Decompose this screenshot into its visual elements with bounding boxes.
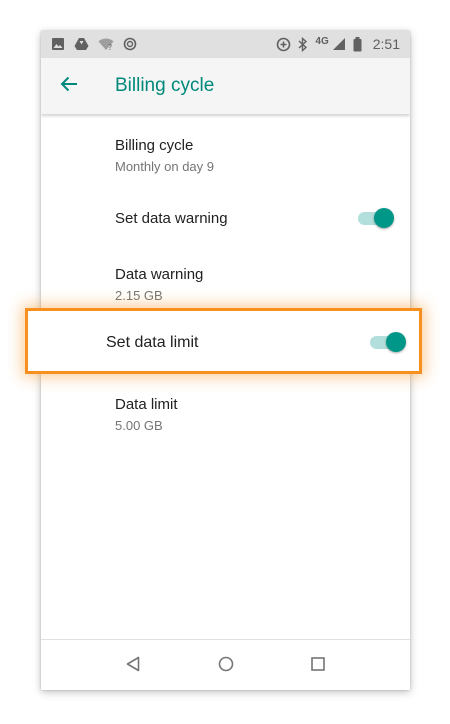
nav-home-button[interactable]	[216, 656, 236, 676]
battery-icon	[353, 36, 362, 52]
data-saver-icon	[276, 37, 291, 52]
data-limit-switch[interactable]	[370, 332, 406, 352]
settings-list: Billing cycle Monthly on day 9 Set data …	[41, 114, 410, 640]
arrow-back-icon	[60, 75, 78, 98]
billing-cycle-title: Billing cycle	[115, 137, 194, 154]
status-left-icons: ?	[51, 37, 137, 51]
drive-icon	[74, 37, 89, 51]
data-warning-value: 2.15 GB	[115, 288, 163, 303]
signal-icon	[332, 37, 346, 51]
set-data-limit-title: Set data limit	[106, 334, 199, 351]
set-data-limit-item-highlighted[interactable]: Set data limit	[25, 308, 422, 374]
data-warning-item[interactable]: Data warning 2.15 GB	[41, 254, 410, 314]
status-right-icons: 4G 2:51	[276, 36, 400, 52]
status-time: 2:51	[372, 36, 400, 52]
bluetooth-icon	[298, 36, 308, 52]
network-type: 4G	[315, 35, 329, 47]
app-bar: Billing cycle	[41, 58, 410, 114]
image-icon	[51, 37, 65, 51]
set-data-warning-title: Set data warning	[115, 210, 228, 227]
data-warning-title: Data warning	[115, 266, 204, 283]
data-limit-item[interactable]: Data limit 5.00 GB	[41, 384, 410, 444]
navigation-bar	[41, 639, 410, 690]
svg-text:?: ?	[108, 43, 112, 51]
recents-square-icon	[311, 656, 325, 676]
billing-cycle-value: Monthly on day 9	[115, 159, 215, 174]
back-button[interactable]	[55, 72, 83, 100]
home-circle-icon	[218, 656, 234, 677]
status-bar: ? 4G 2:51	[41, 31, 410, 58]
sync-icon	[123, 37, 137, 51]
data-warning-switch[interactable]	[358, 208, 394, 228]
page-title: Billing cycle	[115, 75, 215, 96]
nav-recents-button[interactable]	[308, 656, 328, 676]
back-triangle-icon	[126, 656, 140, 677]
data-limit-title: Data limit	[115, 396, 178, 413]
billing-cycle-item[interactable]: Billing cycle Monthly on day 9	[41, 124, 410, 184]
switch-thumb	[374, 208, 394, 228]
wifi-question-icon: ?	[98, 38, 114, 51]
set-data-warning-item[interactable]: Set data warning	[41, 194, 410, 244]
data-limit-value: 5.00 GB	[115, 418, 163, 433]
switch-thumb	[386, 332, 406, 352]
nav-back-button[interactable]	[123, 656, 143, 676]
